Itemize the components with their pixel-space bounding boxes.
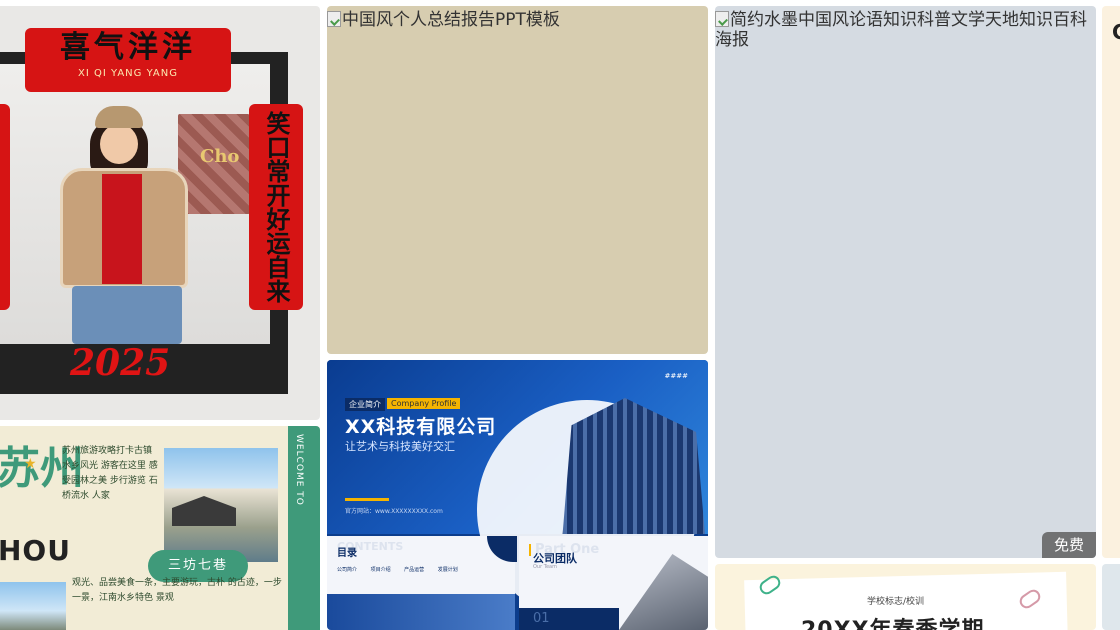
- sweater-shape: [102, 174, 142, 284]
- handwritten-text-top: 苏州旅游攻略打卡古镇 水乡风光 游客在这里 感受园林之美 步行游览 石桥流水 人…: [62, 446, 158, 501]
- rail-text: WELCOME TO: [294, 434, 304, 506]
- template-card-partial[interactable]: C: [1102, 6, 1120, 558]
- banner-title: 喜气洋洋: [60, 30, 196, 65]
- pagoda-photo: [0, 582, 66, 630]
- couplet-right: 笑口常开好运自来: [249, 104, 303, 310]
- partial-letter: C: [1112, 20, 1120, 44]
- template-card-portrait[interactable]: Cho 喜气洋洋 XI QI YANG YANG 笑口常开好运自来 2025: [0, 6, 320, 420]
- template-card-ink-poster[interactable]: 简约水墨中国风论语知识科普文学天地知识百科海报 免费: [715, 6, 1096, 558]
- accent-bar: [529, 544, 531, 556]
- template-gallery: Cho 喜气洋洋 XI QI YANG YANG 笑口常开好运自来 2025 中…: [0, 0, 1120, 630]
- free-badge: 免费: [1042, 532, 1096, 558]
- template-card-travel-notes[interactable]: 苏州 ★ HOU 苏州旅游攻略打卡古镇 水乡风光 游客在这里 感受园林之美 步行…: [0, 426, 320, 630]
- corner-shape: [487, 536, 517, 562]
- image-band: [327, 594, 515, 630]
- accent-line: [345, 498, 389, 501]
- broken-image-icon: [327, 11, 341, 27]
- banner-subtitle: XI QI YANG YANG: [78, 68, 178, 79]
- city-latin: HOU: [0, 534, 71, 567]
- contents-items: 公司简介 项目介绍 产品运营 发展计划: [337, 567, 458, 573]
- sign-text: Cho: [200, 146, 240, 167]
- broken-image-alt: 简约水墨中国风论语知识科普文学天地知识百科海报: [715, 10, 1090, 50]
- team-slide: Part One 公司团队 Our Team 01: [519, 536, 708, 630]
- company-slogan: 让艺术与科技美好交汇: [345, 440, 455, 453]
- year-label: 2025: [70, 342, 171, 384]
- template-card-semester[interactable]: 学校标志/校训 20XX年春季学期: [715, 564, 1096, 630]
- person-image: [50, 106, 200, 344]
- part-sub: Our Team: [533, 564, 557, 570]
- banner-top: 喜气洋洋 XI QI YANG YANG: [25, 28, 231, 92]
- semester-heading: 20XX年春季学期: [801, 612, 985, 630]
- template-title: 简约水墨中国风论语知识科普文学天地知识百科海报: [715, 10, 1087, 50]
- template-card-summary-ppt[interactable]: 中国风个人总结报告PPT模板: [327, 6, 708, 354]
- website-text: 官方网站：www.XXXXXXXXX.com: [345, 508, 443, 515]
- part-number: 01: [519, 608, 619, 630]
- cap-shape: [95, 106, 143, 128]
- tag-profile: Company Profile: [387, 398, 461, 409]
- company-name: XX科技有限公司: [345, 416, 497, 438]
- broken-image-icon: [715, 11, 729, 27]
- template-card-partial-bottom[interactable]: [1102, 564, 1120, 630]
- star-icon: ★: [24, 456, 37, 472]
- hero-slide: #### 企业简介 Company Profile XX科技有限公司 让艺术与科…: [327, 360, 708, 620]
- page-number: ####: [664, 372, 688, 380]
- template-title: 中国风个人总结报告PPT模板: [342, 10, 560, 30]
- template-card-tech-ppt[interactable]: #### 企业简介 Company Profile XX科技有限公司 让艺术与科…: [327, 360, 708, 630]
- couplet-left: [0, 104, 10, 310]
- building-image: [619, 554, 708, 630]
- school-label: 学校标志/校训: [867, 597, 925, 607]
- handwritten-text-bottom: 观光、品尝美食一条，主要游玩，古朴 的古迹，一步一景，江南水乡特色 景观: [72, 578, 282, 603]
- welcome-rail: WELCOME TO: [288, 426, 320, 630]
- face-shape: [100, 124, 138, 164]
- broken-image-alt: 中国风个人总结报告PPT模板: [327, 10, 702, 30]
- contents-heading: 目录: [337, 548, 357, 559]
- contents-slide: CONTENTS 目录 公司简介 项目介绍 产品运营 发展计划: [327, 536, 517, 630]
- tag-intro: 企业简介: [345, 398, 385, 411]
- jeans-shape: [72, 286, 182, 344]
